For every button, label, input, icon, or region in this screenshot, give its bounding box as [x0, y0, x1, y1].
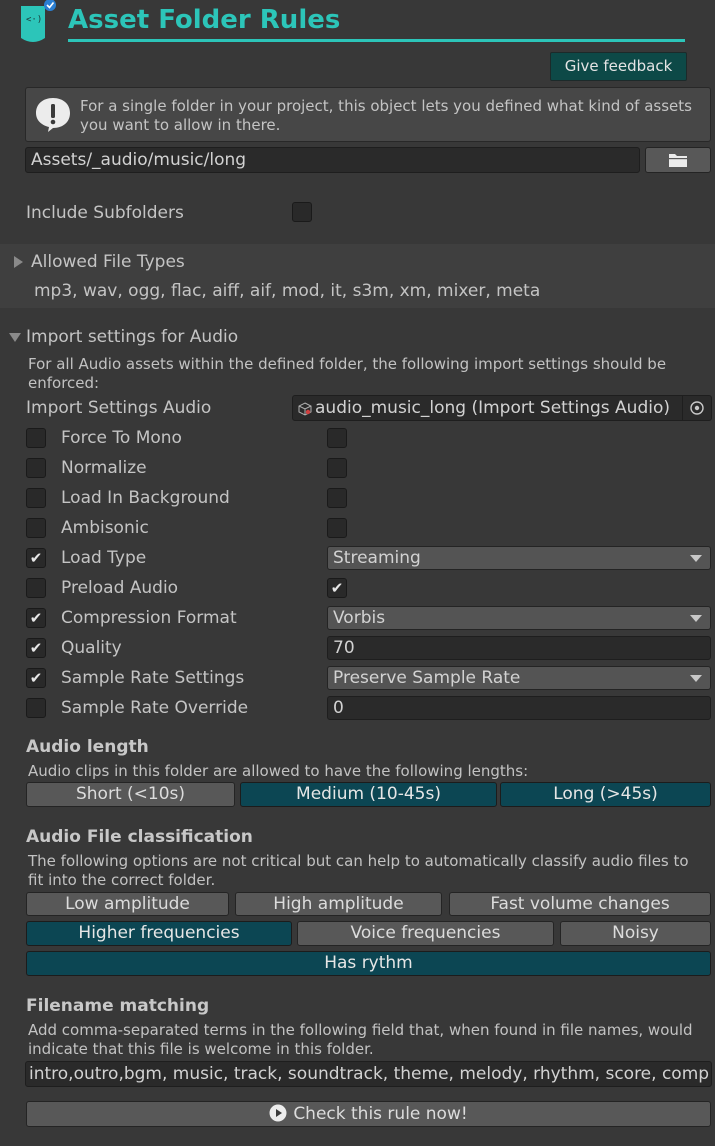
force-to-mono-value-checkbox[interactable] [327, 428, 347, 448]
preload-audio-label: Preload Audio [61, 578, 179, 598]
force-to-mono-label: Force To Mono [61, 428, 182, 448]
compression-format-label: Compression Format [61, 608, 237, 628]
object-picker-icon[interactable] [682, 396, 711, 420]
sample-rate-override-label: Sample Rate Override [61, 698, 249, 718]
filename-matching-title: Filename matching [26, 996, 210, 1016]
preload-audio-value-checkbox[interactable]: ✔ [327, 578, 347, 598]
info-icon [36, 98, 70, 132]
quality-label: Quality [61, 638, 122, 658]
classification-description: The following options are not critical b… [28, 852, 689, 889]
info-text: For a single folder in your project, thi… [80, 97, 692, 134]
filename-matching-description: Add comma-separated terms in the followi… [28, 1021, 693, 1058]
page-title: Asset Folder Rules [68, 5, 341, 35]
import-settings-object-label: Import Settings Audio [26, 398, 212, 418]
chevron-down-icon [690, 555, 702, 562]
load-type-enable-checkbox[interactable]: ✔ [26, 548, 46, 568]
import-settings-description: For all Audio assets within the defined … [28, 355, 667, 392]
voice-frequencies-toggle[interactable]: Voice frequencies [297, 921, 554, 946]
has-rythm-toggle[interactable]: Has rythm [26, 951, 711, 976]
short-length-toggle[interactable]: Short (<10s) [26, 782, 235, 807]
high-amplitude-toggle[interactable]: High amplitude [235, 892, 442, 916]
chevron-down-icon [690, 615, 702, 622]
folder-icon [669, 154, 687, 167]
ambisonic-enable-checkbox[interactable] [26, 518, 46, 538]
ambisonic-value-checkbox[interactable] [327, 518, 347, 538]
fast-volume-changes-toggle[interactable]: Fast volume changes [449, 892, 711, 916]
sample-rate-override-enable-checkbox[interactable] [26, 698, 46, 718]
normalize-value-checkbox[interactable] [327, 458, 347, 478]
filename-terms-input[interactable]: intro,outro,bgm, music, track, soundtrac… [25, 1061, 712, 1087]
sample-rate-settings-label: Sample Rate Settings [61, 668, 245, 688]
load-in-background-label: Load In Background [61, 488, 230, 508]
check-rule-label: Check this rule now! [293, 1104, 468, 1124]
medium-length-toggle[interactable]: Medium (10-45s) [240, 782, 497, 807]
compression-format-enable-checkbox[interactable]: ✔ [26, 608, 46, 628]
sample-rate-settings-dropdown[interactable]: Preserve Sample Rate [327, 666, 711, 690]
preload-audio-enable-checkbox[interactable] [26, 578, 46, 598]
audio-length-description: Audio clips in this folder are allowed t… [28, 762, 529, 780]
include-subfolders-checkbox[interactable] [292, 202, 312, 222]
browse-folder-button[interactable] [645, 147, 711, 173]
play-icon [269, 1104, 287, 1122]
svg-text:<·): <·) [26, 15, 42, 25]
compression-format-dropdown[interactable]: Vorbis [327, 606, 711, 630]
folder-path-field[interactable]: Assets/_audio/music/long [25, 147, 640, 173]
allowed-file-types-foldout[interactable]: Allowed File Types [31, 252, 185, 272]
audio-length-title: Audio length [26, 737, 149, 757]
load-type-label: Load Type [61, 548, 147, 568]
sample-rate-settings-enable-checkbox[interactable]: ✔ [26, 668, 46, 688]
load-in-background-enable-checkbox[interactable] [26, 488, 46, 508]
higher-frequencies-toggle[interactable]: Higher frequencies [26, 921, 292, 946]
give-feedback-button[interactable]: Give feedback [550, 52, 687, 81]
long-length-toggle[interactable]: Long (>45s) [500, 782, 711, 807]
allowed-file-types-value: mp3, wav, ogg, flac, aiff, aif, mod, it,… [34, 281, 541, 301]
ambisonic-label: Ambisonic [61, 518, 149, 538]
force-to-mono-enable-checkbox[interactable] [26, 428, 46, 448]
chevron-down-icon [690, 675, 702, 682]
audio-import-settings-icon [298, 402, 312, 416]
normalize-enable-checkbox[interactable] [26, 458, 46, 478]
load-in-background-value-checkbox[interactable] [327, 488, 347, 508]
load-type-value: Streaming [333, 548, 421, 568]
title-underline [68, 39, 685, 42]
check-rule-button[interactable]: Check this rule now! [26, 1101, 711, 1127]
info-helpbox: For a single folder in your project, thi… [25, 87, 711, 142]
sample-rate-override-input[interactable]: 0 [327, 696, 711, 720]
normalize-label: Normalize [61, 458, 147, 478]
sample-rate-settings-value: Preserve Sample Rate [333, 668, 521, 688]
low-amplitude-toggle[interactable]: Low amplitude [26, 892, 229, 916]
import-settings-object-value: audio_music_long (Import Settings Audio) [315, 398, 670, 418]
import-settings-foldout[interactable]: Import settings for Audio [26, 327, 238, 347]
quality-enable-checkbox[interactable]: ✔ [26, 638, 46, 658]
noisy-toggle[interactable]: Noisy [560, 921, 711, 946]
classification-title: Audio File classification [26, 827, 253, 847]
compression-format-value: Vorbis [333, 608, 386, 628]
include-subfolders-label: Include Subfolders [26, 203, 184, 223]
triangle-right-icon[interactable] [14, 256, 23, 268]
load-type-dropdown[interactable]: Streaming [327, 546, 711, 570]
import-settings-object-field[interactable]: audio_music_long (Import Settings Audio) [292, 395, 712, 421]
triangle-down-icon[interactable] [9, 333, 21, 342]
quality-input[interactable]: 70 [327, 636, 711, 660]
rules-logo-icon: <·) [19, 0, 56, 44]
